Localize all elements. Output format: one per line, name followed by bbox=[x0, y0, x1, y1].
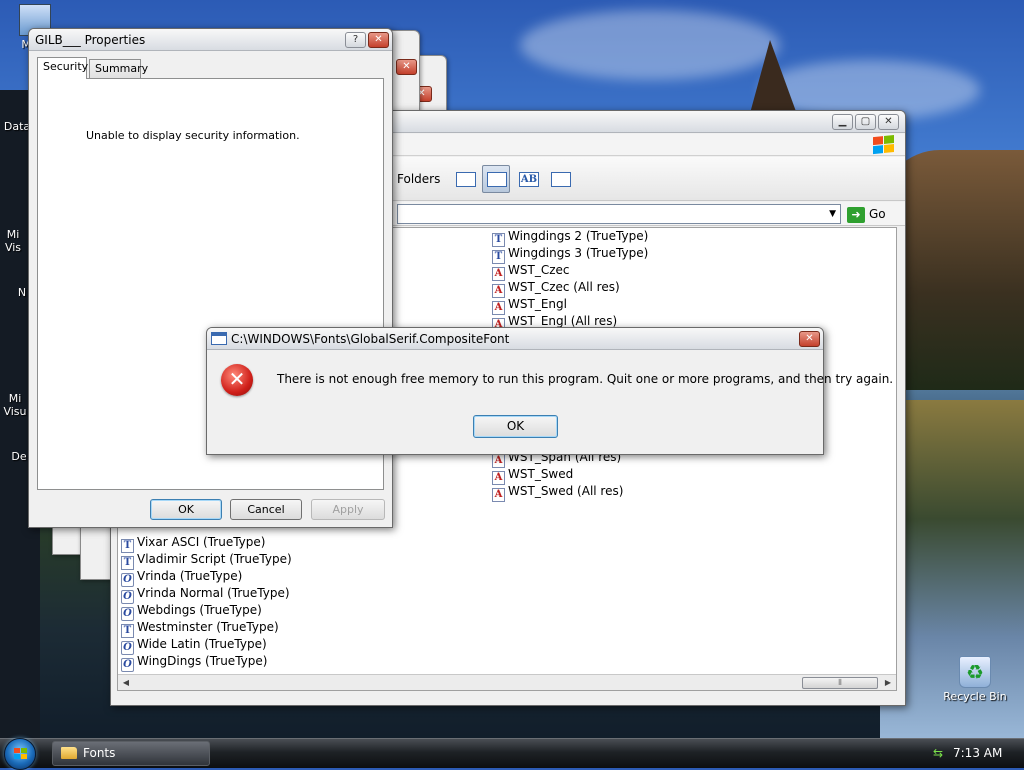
font-name: Webdings (TrueType) bbox=[137, 603, 262, 617]
ab-similarity-icon: AB bbox=[519, 172, 539, 187]
go-button[interactable]: ➜ Go bbox=[847, 204, 897, 224]
chevron-down-icon[interactable]: ▼ bbox=[829, 209, 836, 219]
scroll-left-icon[interactable]: ◀ bbox=[119, 676, 133, 690]
scrollbar-thumb[interactable]: ⦀ bbox=[802, 677, 878, 689]
error-dialog: C:\WINDOWS\Fonts\GlobalSerif.CompositeFo… bbox=[206, 327, 893, 455]
help-button[interactable]: ? bbox=[345, 32, 366, 48]
font-column-left: T Vixar ASCI (TrueType) T Vladimir Script … bbox=[121, 534, 292, 672]
app-icon bbox=[0, 181, 29, 213]
taskbar: Fonts ⇆ 7:13 AM bbox=[0, 738, 1024, 770]
desktop-icon-recycle-bin[interactable]: Recycle Bin bbox=[940, 656, 1010, 703]
close-button[interactable]: ✕ bbox=[396, 59, 417, 75]
font-name: WST_Engl (All res) bbox=[508, 314, 618, 328]
font-name: WingDings (TrueType) bbox=[137, 654, 268, 668]
view-details-button[interactable] bbox=[546, 165, 574, 193]
font-item[interactable]: O Vrinda Normal (TrueType) bbox=[121, 585, 292, 604]
font-item[interactable]: O Vrinda (TrueType) bbox=[121, 568, 292, 587]
list-icon bbox=[487, 172, 507, 187]
font-column-right: T Wingdings 2 (TrueType) T Wingdings 3 (Tr… bbox=[492, 228, 649, 332]
maximize-button[interactable]: ▢ bbox=[855, 114, 876, 130]
font-item[interactable]: T Wingdings 3 (TrueType) bbox=[492, 245, 649, 264]
font-name: Vrinda Normal (TrueType) bbox=[137, 586, 290, 600]
opentype-font-icon: O bbox=[121, 658, 134, 672]
desktop-icon-label: De bbox=[11, 450, 27, 463]
folders-button[interactable]: Folders bbox=[397, 172, 440, 186]
ok-button[interactable]: OK bbox=[473, 415, 558, 438]
font-item[interactable]: T Westminster (TrueType) bbox=[121, 619, 292, 638]
security-message: Unable to display security information. bbox=[86, 129, 300, 142]
start-button[interactable] bbox=[4, 738, 36, 770]
font-name: Wingdings 2 (TrueType) bbox=[508, 229, 649, 243]
font-name: Vladimir Script (TrueType) bbox=[137, 552, 292, 566]
font-name: WST_Czec bbox=[508, 263, 570, 277]
desktop-icon-label: Data bbox=[3, 120, 31, 133]
clock[interactable]: 7:13 AM bbox=[953, 746, 1002, 760]
document-icon bbox=[211, 332, 227, 345]
tab-summary[interactable]: Summary bbox=[89, 59, 148, 79]
font-name: Vixar ASCI (TrueType) bbox=[137, 535, 266, 549]
properties-titlebar[interactable]: GILB___ Properties ? ✕ bbox=[29, 29, 392, 51]
view-similarity-button[interactable]: AB bbox=[514, 165, 542, 193]
view-large-icons-button[interactable] bbox=[451, 165, 479, 193]
font-item[interactable]: A WST_Swed (All res) bbox=[492, 483, 624, 502]
font-item[interactable]: O WingDings (TrueType) bbox=[121, 653, 292, 672]
tab-security[interactable]: Security bbox=[37, 57, 88, 79]
scroll-right-icon[interactable]: ▶ bbox=[881, 676, 895, 690]
font-name: Wingdings 3 (TrueType) bbox=[508, 246, 649, 260]
font-name: Wide Latin (TrueType) bbox=[137, 637, 267, 651]
desktop-icon-label: Mi Vis bbox=[4, 228, 22, 254]
error-icon: ✕ bbox=[221, 364, 253, 396]
error-message: There is not enough free memory to run t… bbox=[277, 372, 894, 386]
font-item[interactable]: T Vladimir Script (TrueType) bbox=[121, 551, 292, 570]
raster-font-icon: A bbox=[492, 488, 505, 502]
font-item[interactable]: A WST_Czec bbox=[492, 262, 648, 281]
font-item[interactable]: T Vixar ASCI (TrueType) bbox=[121, 534, 292, 553]
recycle-bin-icon bbox=[959, 656, 991, 688]
system-tray: ⇆ 7:13 AM bbox=[929, 739, 1024, 769]
taskbar-button-label: Fonts bbox=[83, 746, 116, 760]
font-item[interactable]: T Wingdings 2 (TrueType) bbox=[492, 228, 649, 247]
font-item[interactable]: O Wide Latin (TrueType) bbox=[121, 636, 292, 655]
apply-button[interactable]: Apply bbox=[311, 499, 385, 520]
font-name: WST_Czec (All res) bbox=[508, 280, 620, 294]
font-item[interactable]: A WST_Czec (All res) bbox=[492, 279, 648, 298]
error-dialog-titlebar[interactable]: C:\WINDOWS\Fonts\GlobalSerif.CompositeFo… bbox=[207, 328, 823, 350]
details-icon bbox=[551, 172, 571, 187]
desktop-icon-label: Recycle Bin bbox=[943, 690, 1007, 703]
address-input[interactable]: ▼ bbox=[397, 204, 841, 224]
taskbar-button-fonts[interactable]: Fonts bbox=[52, 741, 210, 766]
go-label: Go bbox=[869, 207, 886, 221]
horizontal-scrollbar[interactable]: ◀ ⦀ ▶ bbox=[118, 674, 896, 690]
error-dialog-title: C:\WINDOWS\Fonts\GlobalSerif.CompositeFo… bbox=[231, 332, 510, 346]
font-name: WST_Engl bbox=[508, 297, 567, 311]
view-list-button[interactable] bbox=[482, 165, 510, 193]
cancel-button[interactable]: Cancel bbox=[230, 499, 302, 520]
app-icon bbox=[0, 345, 31, 377]
large-icons-icon bbox=[456, 172, 476, 187]
window-title: GILB___ Properties bbox=[35, 33, 146, 47]
font-item[interactable]: A WST_Swed bbox=[492, 466, 623, 485]
network-icon[interactable]: ⇆ bbox=[933, 746, 947, 760]
windows-logo-icon bbox=[873, 134, 895, 156]
go-arrow-icon: ➜ bbox=[847, 206, 865, 223]
font-name: WST_Swed (All res) bbox=[508, 484, 624, 498]
folder-icon bbox=[61, 747, 77, 759]
close-button[interactable]: ✕ bbox=[799, 331, 820, 347]
font-item[interactable]: O Webdings (TrueType) bbox=[121, 602, 292, 621]
font-item[interactable]: A WST_Engl bbox=[492, 296, 648, 315]
close-button[interactable]: ✕ bbox=[368, 32, 389, 48]
font-name: WST_Swed bbox=[508, 467, 574, 481]
font-name: Westminster (TrueType) bbox=[137, 620, 279, 634]
desktop-icon-label: N bbox=[17, 286, 27, 299]
font-column-right-lower: A WST_Span (All res) A WST_Swed A WST_Swed … bbox=[492, 449, 624, 502]
ok-button[interactable]: OK bbox=[150, 499, 222, 520]
close-button[interactable]: ✕ bbox=[878, 114, 899, 130]
font-name: Vrinda (TrueType) bbox=[137, 569, 243, 583]
desktop-icon-label: Mi Visu bbox=[3, 392, 27, 418]
minimize-button[interactable]: ▁ bbox=[832, 114, 853, 130]
